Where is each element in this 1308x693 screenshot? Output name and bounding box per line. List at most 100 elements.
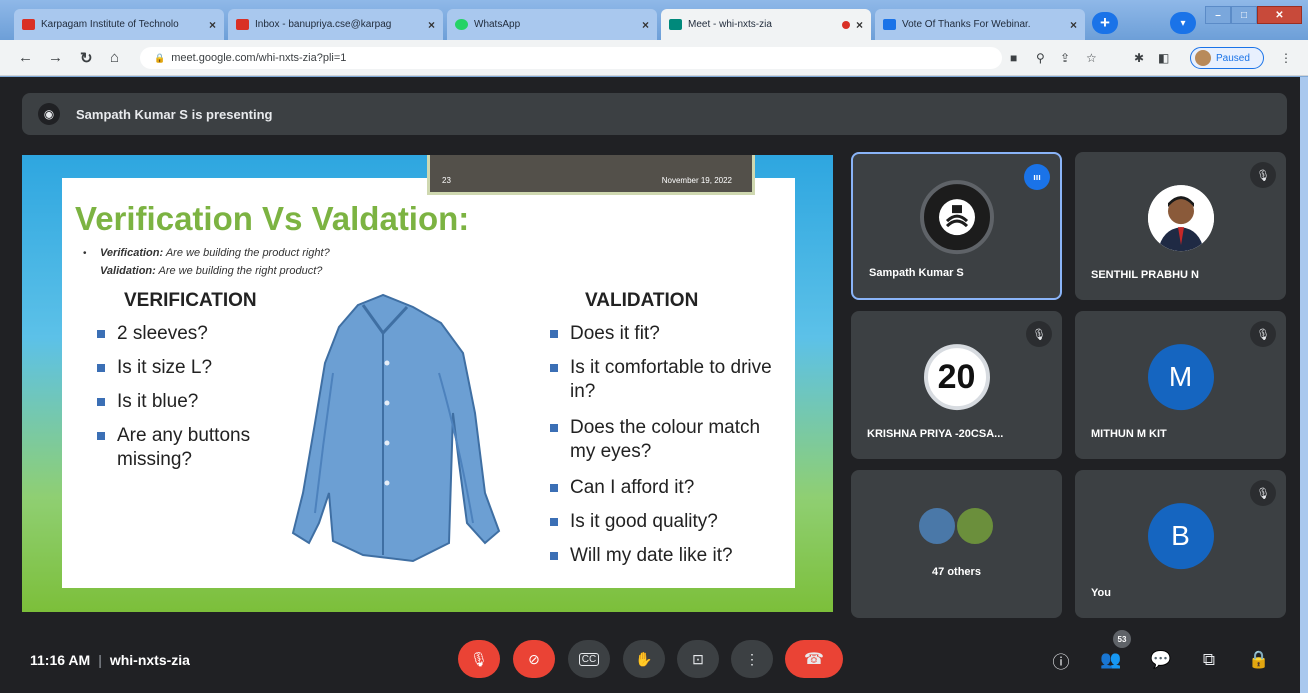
back-icon[interactable]: ← <box>18 49 33 66</box>
forward-icon[interactable]: → <box>48 49 63 66</box>
close-icon[interactable]: × <box>856 18 863 32</box>
menu-kebab-icon[interactable]: ⋮ <box>1280 51 1292 65</box>
meeting-info: 11:16 AM | whi-nxts-zia <box>30 652 190 668</box>
share-icon[interactable]: ⇪ <box>1060 51 1070 65</box>
tab-title: Karpagam Institute of Technolo <box>41 19 179 30</box>
validation-item: Can I afford it? <box>548 476 778 500</box>
participant-name: SENTHIL PRABHU N <box>1091 269 1199 281</box>
tab-inbox[interactable]: Inbox - banupriya.cse@karpag × <box>228 9 443 40</box>
avatar: 20 <box>923 344 990 411</box>
present-button[interactable]: ⊡ <box>677 640 719 678</box>
tab-title: Inbox - banupriya.cse@karpag <box>255 19 392 30</box>
more-options-button[interactable]: ⋮ <box>731 640 773 678</box>
participant-count-badge: 53 <box>1113 630 1131 648</box>
meeting-code: whi-nxts-zia <box>109 652 190 668</box>
tab-search-button[interactable]: ▾ <box>1170 12 1196 34</box>
hand-icon: ✋ <box>635 650 653 667</box>
present-screen-icon: ⊡ <box>692 650 704 667</box>
presenting-banner: ◉ Sampath Kumar S is presenting <box>22 93 1287 135</box>
zoom-icon[interactable]: ⚲ <box>1036 51 1045 65</box>
lock-icon: 🔒 <box>154 53 166 63</box>
avatar: B <box>1147 503 1214 570</box>
participant-name: MITHUN M KIT <box>1091 428 1167 440</box>
profile-photo-icon <box>1147 185 1214 252</box>
validation-item: Is it comfortable to drive in? <box>548 356 778 404</box>
close-icon[interactable]: × <box>1070 18 1077 32</box>
speaking-indicator-icon: ııı <box>1024 164 1050 190</box>
home-icon[interactable]: ⌂ <box>110 49 119 66</box>
leave-call-button[interactable]: ☎ <box>785 640 843 678</box>
slide-title: Verification Vs Valdation: <box>75 200 470 237</box>
mic-off-icon: 🎙 <box>1250 162 1276 188</box>
close-icon[interactable]: × <box>642 18 649 32</box>
more-vert-icon: ⋮ <box>745 650 759 667</box>
avatar <box>955 506 995 546</box>
address-bar[interactable]: 🔒 meet.google.com/whi-nxts-zia?pli=1 <box>140 47 1002 69</box>
bullet-icon: • <box>83 248 87 259</box>
profile-button[interactable]: Paused <box>1190 47 1264 69</box>
new-tab-button[interactable]: + <box>1092 12 1118 34</box>
mic-toggle-button[interactable]: 🎙 <box>458 640 500 678</box>
tab-title: Meet - whi-nxts-zia <box>688 19 772 30</box>
profile-status: Paused <box>1216 52 1250 64</box>
mic-off-icon: 🎙 <box>1250 480 1276 506</box>
slide-date: November 19, 2022 <box>661 176 732 185</box>
tab-karpagam[interactable]: Karpagam Institute of Technolo × <box>14 9 224 40</box>
side-panel-icon[interactable]: ◧ <box>1158 51 1169 65</box>
window-controls: – □ ✕ <box>1205 6 1302 24</box>
minimize-button[interactable]: – <box>1205 6 1231 24</box>
close-window-button[interactable]: ✕ <box>1257 6 1302 24</box>
host-controls-icon[interactable]: 🔒 <box>1248 649 1270 671</box>
avatar <box>1147 185 1214 252</box>
others-count: 47 others <box>932 566 981 578</box>
extensions-icon[interactable]: ✱ <box>1134 51 1144 65</box>
captions-icon: CC <box>578 652 600 666</box>
validation-item: Does it fit? <box>548 322 778 346</box>
people-icon[interactable]: 👥 <box>1100 649 1122 671</box>
chat-icon[interactable]: 💬 <box>1150 649 1172 671</box>
definition-term: Verification: <box>100 247 164 259</box>
captions-button[interactable]: CC <box>568 640 610 678</box>
meeting-time: 11:16 AM <box>30 652 91 668</box>
browser-toolbar: ← → ↻ ⌂ 🔒 meet.google.com/whi-nxts-zia?pl… <box>0 40 1308 76</box>
tab-whatsapp[interactable]: WhatsApp × <box>447 9 657 40</box>
mic-off-icon: 🎙 <box>1026 321 1052 347</box>
self-tile[interactable]: 🎙 B You <box>1075 470 1286 618</box>
participant-tile[interactable]: 🎙 SENTHIL PRABHU N <box>1075 152 1286 300</box>
docs-icon <box>883 19 896 30</box>
reload-icon[interactable]: ↻ <box>80 49 93 67</box>
close-icon[interactable]: × <box>209 18 216 32</box>
close-icon[interactable]: × <box>428 18 435 32</box>
hang-up-icon: ☎ <box>804 651 824 668</box>
verification-item: Are any buttons missing? <box>95 424 285 472</box>
slide-footer: 23 November 19, 2022 <box>427 155 755 195</box>
definition-text: Are we building the product right? <box>165 247 330 259</box>
verification-heading: VERIFICATION <box>124 290 257 311</box>
tab-vote-of-thanks[interactable]: Vote Of Thanks For Webinar. × <box>875 9 1085 40</box>
mic-off-icon: 🎙 <box>1250 321 1276 347</box>
maximize-button[interactable]: □ <box>1231 6 1257 24</box>
mic-off-icon: 🎙 <box>470 650 488 667</box>
meet-icon <box>669 19 682 30</box>
tab-meet[interactable]: Meet - whi-nxts-zia × <box>661 9 871 40</box>
tab-title: WhatsApp <box>474 19 521 30</box>
camera-toggle-button[interactable]: ⊘ <box>513 640 555 678</box>
gmail-icon <box>236 19 249 30</box>
raise-hand-button[interactable]: ✋ <box>623 640 665 678</box>
bookmark-star-icon[interactable]: ☆ <box>1086 51 1097 65</box>
presenting-text: Sampath Kumar S is presenting <box>76 106 273 122</box>
activities-icon[interactable]: ⧉ <box>1198 649 1220 671</box>
meeting-details-icon[interactable]: ⓘ <box>1050 649 1072 672</box>
org-logo-icon <box>938 199 975 236</box>
meet-stage: ◉ Sampath Kumar S is presenting 23 Novem… <box>0 77 1300 693</box>
url-text: meet.google.com/whi-nxts-zia?pli=1 <box>171 52 347 64</box>
verification-definition: Verification: Are we building the produc… <box>100 247 330 259</box>
participant-tile[interactable]: 🎙 20 KRISHNA PRIYA -20CSA... <box>851 311 1062 459</box>
browser-tabstrip: Karpagam Institute of Technolo × Inbox -… <box>0 0 1308 40</box>
gmail-icon <box>22 19 35 30</box>
validation-item: Will my date like it? <box>548 544 778 568</box>
participant-tile[interactable]: ııı Sampath Kumar S <box>851 152 1062 300</box>
camera-indicator-icon[interactable]: ■ <box>1010 51 1017 65</box>
participant-tile[interactable]: 🎙 M MITHUN M KIT <box>1075 311 1286 459</box>
others-tile[interactable]: 47 others <box>851 470 1062 618</box>
